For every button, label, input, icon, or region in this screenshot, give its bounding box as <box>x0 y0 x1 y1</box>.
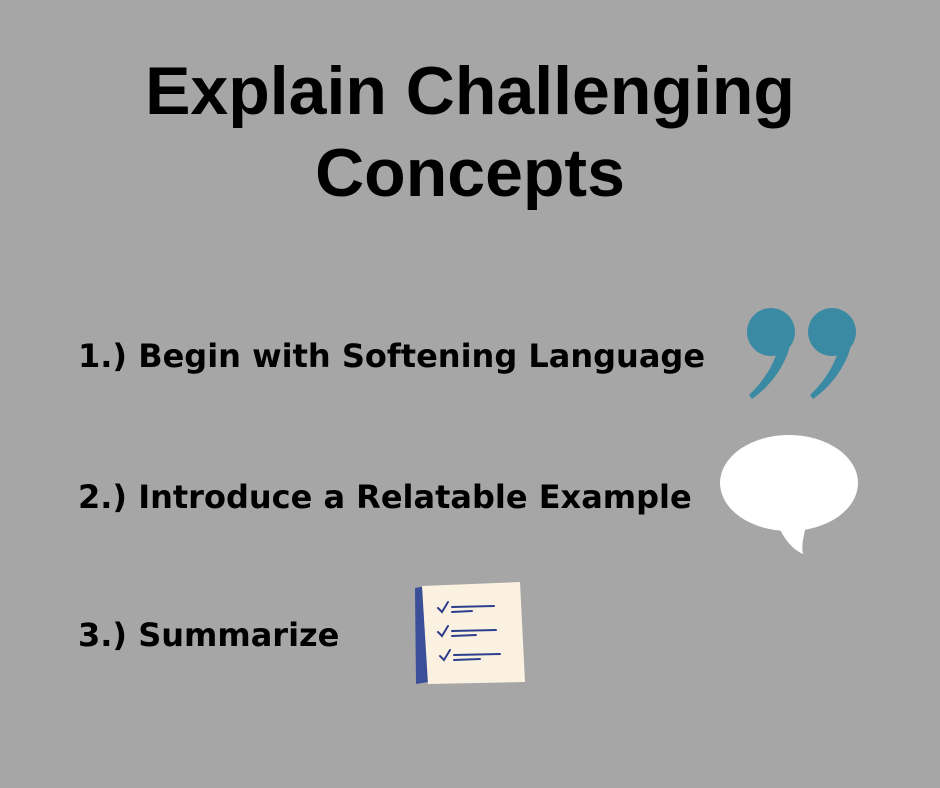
speech-bubble-icon <box>720 435 858 554</box>
title-line-1: Explain Challenging <box>145 53 795 129</box>
checklist-note-icon <box>415 582 525 684</box>
list-item-softening-language: 1.) Begin with Softening Language <box>78 337 706 375</box>
list-item-relatable-example: 2.) Introduce a Relatable Example <box>78 478 692 516</box>
title-line-2: Concepts <box>315 135 625 211</box>
list-item-summarize: 3.) Summarize <box>78 616 340 654</box>
page-title: Explain Challenging Concepts <box>0 50 940 214</box>
quotation-marks-icon <box>747 308 856 399</box>
